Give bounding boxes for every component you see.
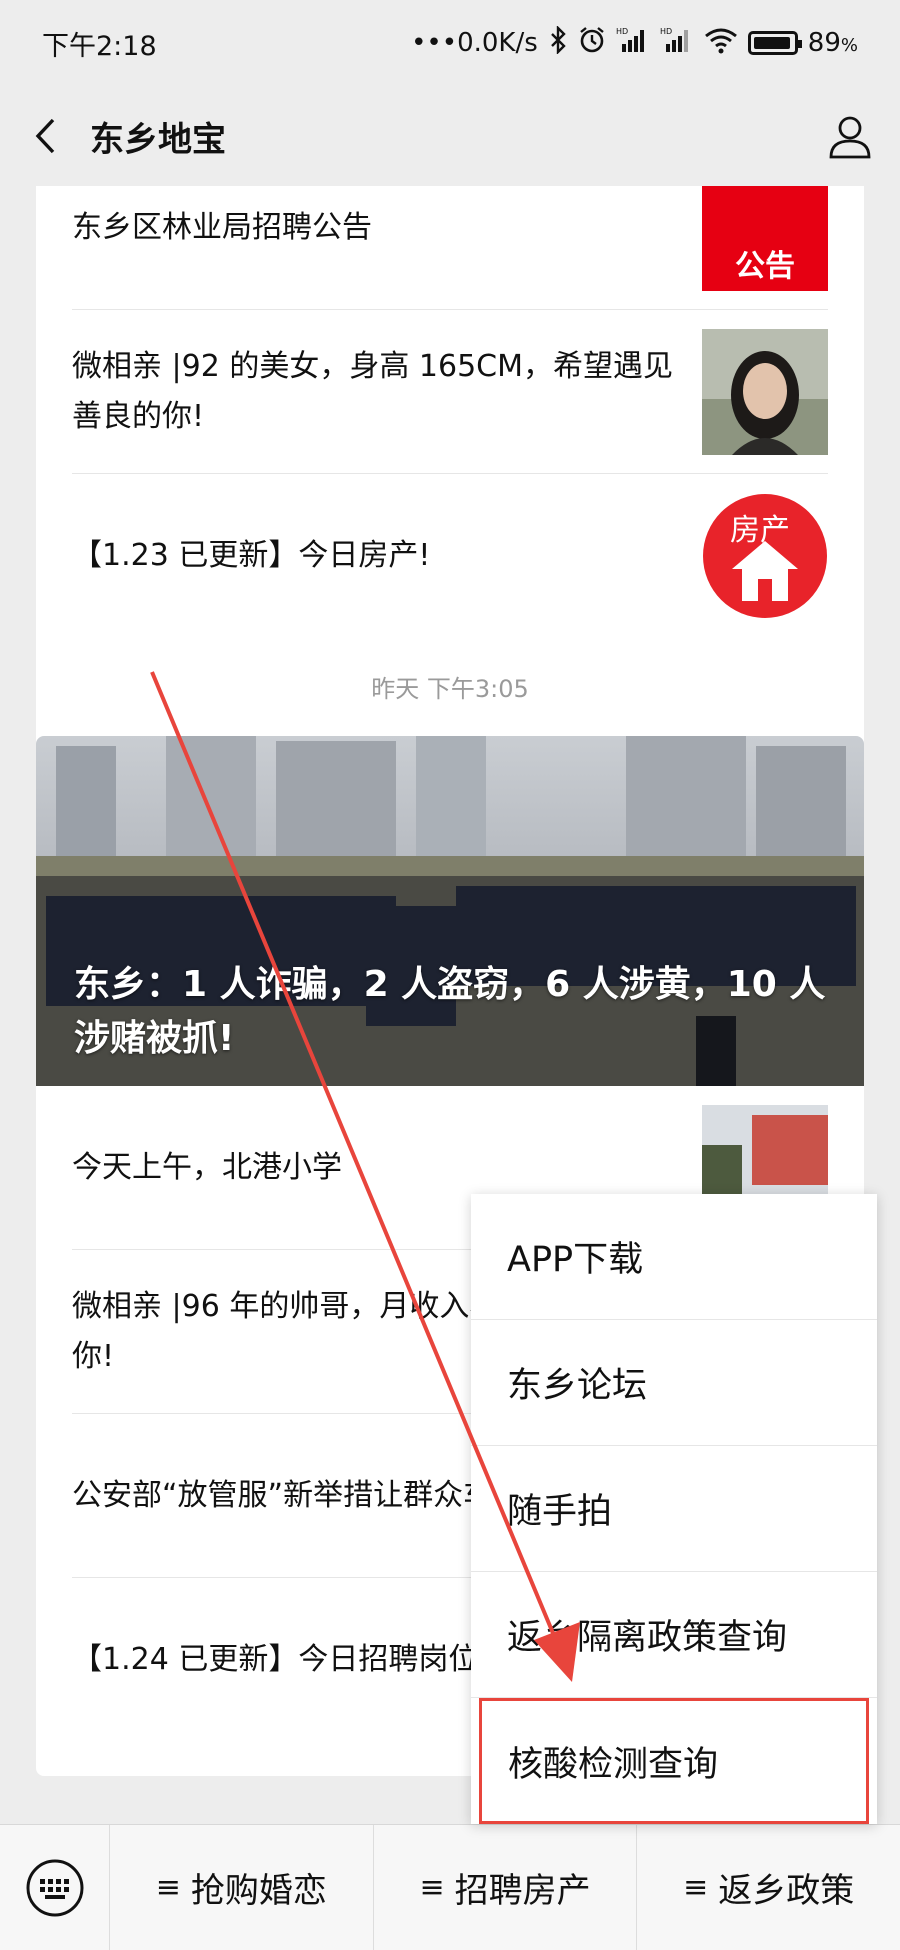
article-title: 【1.23 已更新】今日房产! (72, 538, 431, 573)
profile-button[interactable] (800, 86, 900, 186)
message-timestamp: 昨天 下午3:05 (371, 675, 529, 703)
page-title: 东乡地宝 (90, 119, 226, 160)
back-button[interactable] (0, 86, 90, 186)
menu-tab-label: 招聘房产 (454, 1871, 591, 1911)
status-icons: •••0.0K/s HD HD 89% (411, 24, 858, 61)
menu-item-return-policy[interactable]: 返乡隔离政策查询 (471, 1572, 877, 1698)
notice-thumbnail: 公告 (702, 186, 828, 291)
chevron-left-icon (35, 118, 55, 154)
article-title: 东乡区林业局招聘公告 (72, 209, 372, 245)
menu-item-forum[interactable]: 东乡论坛 (471, 1320, 877, 1446)
menu-tab-return-policy[interactable]: ≡ 返乡政策 (637, 1825, 900, 1950)
battery-icon (747, 31, 802, 55)
article-title: 微相亲 |92 的美女，身高 165CM，希望遇见善良的你! (72, 348, 673, 434)
menu-tab-label: 返乡政策 (718, 1871, 855, 1911)
menu-item-app-download[interactable]: APP下载 (471, 1194, 877, 1320)
menu-lines-icon: ≡ (683, 1870, 709, 1905)
keyboard-toggle-button[interactable] (0, 1824, 110, 1950)
menu-item-nucleic-test[interactable]: 核酸检测查询 (479, 1698, 869, 1824)
hero-title: 东乡：1 人诈骗，2 人盗窃，6 人涉黄，10 人涉赌被抓! (74, 964, 826, 1059)
bottom-menu-bar: ≡ 抢购婚恋 ≡ 招聘房产 ≡ 返乡政策 (0, 1824, 900, 1950)
hero-image[interactable]: 东乡：1 人诈骗，2 人盗窃，6 人涉黄，10 人涉赌被抓! (36, 736, 864, 1086)
menu-tab-jobs-housing[interactable]: ≡ 招聘房产 (374, 1824, 638, 1950)
svg-text:HD: HD (616, 27, 628, 36)
article-title: 今天上午，北港小学 (72, 1149, 342, 1185)
bluetooth-icon (548, 24, 568, 61)
article-card: 东乡区林业局招聘公告 公告 微相亲 |92 的美女，身高 165CM，希望遇见善… (36, 186, 864, 796)
signal-icon-2: HD (660, 26, 694, 61)
status-bar: 下午2:18 •••0.0K/s HD HD 89% (0, 0, 900, 86)
menu-lines-icon: ≡ (419, 1870, 445, 1905)
menu-tab-marriage[interactable]: ≡ 抢购婚恋 (110, 1824, 374, 1950)
keyboard-icon (26, 1859, 83, 1916)
submenu-popup: APP下载 东乡论坛 随手拍 返乡隔离政策查询 核酸检测查询 (471, 1194, 877, 1824)
person-icon (829, 116, 871, 159)
article-item[interactable]: 东乡区林业局招聘公告 公告 (72, 186, 828, 310)
signal-icon-1: HD (616, 26, 650, 61)
network-speed: •••0.0K/s (411, 28, 538, 58)
status-time: 下午2:18 (42, 30, 157, 62)
battery-level: 89% (807, 28, 858, 58)
wifi-icon (704, 26, 738, 61)
alarm-icon (578, 26, 606, 61)
svg-text:HD: HD (660, 27, 672, 36)
menu-lines-icon: ≡ (155, 1870, 181, 1905)
article-item[interactable]: 微相亲 |92 的美女，身高 165CM，希望遇见善良的你! (72, 310, 828, 474)
menu-tab-label: 抢购婚恋 (190, 1871, 327, 1911)
nav-bar: 东乡地宝 (0, 86, 900, 186)
menu-item-snapshot[interactable]: 随手拍 (471, 1446, 877, 1572)
woman-photo-thumbnail (702, 328, 828, 455)
house-icon: 房产 (702, 493, 828, 619)
house-icon-label: 房产 (730, 513, 790, 548)
article-item[interactable]: 【1.23 已更新】今日房产! 房产 (72, 474, 828, 638)
